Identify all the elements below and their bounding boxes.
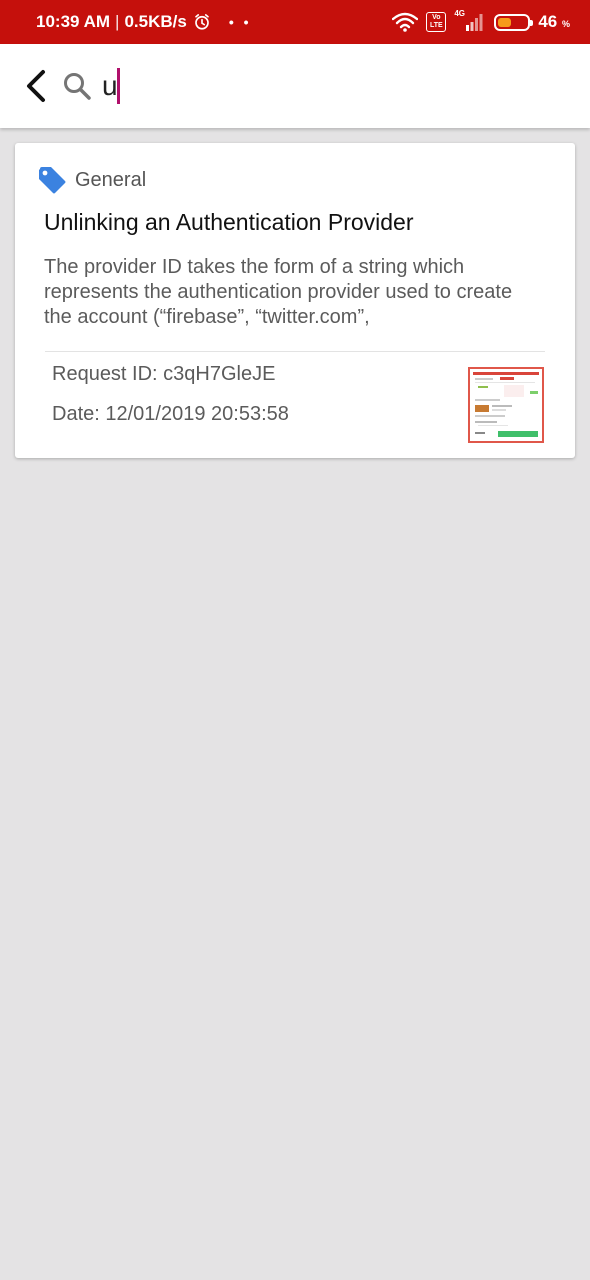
search-toolbar <box>0 44 590 128</box>
search-input[interactable] <box>102 66 562 106</box>
category: General <box>37 163 146 197</box>
signal-icon: 4G <box>454 9 486 33</box>
status-time: 10:39 AM <box>36 12 111 31</box>
request-date: Date: 12/01/2019 20:53:58 <box>52 403 289 425</box>
result-description: The provider ID takes the form of a stri… <box>44 256 513 328</box>
notification-dots: • • <box>228 14 252 30</box>
thumbnail-image <box>470 369 542 441</box>
text-cursor <box>117 68 120 104</box>
battery-icon <box>494 13 534 31</box>
network-speed: 0.5KB/s <box>124 12 187 31</box>
search-icon <box>64 73 91 100</box>
divider <box>45 351 545 352</box>
result-card[interactable]: General Unlinking an Authentication Prov… <box>15 143 575 458</box>
wifi-icon <box>392 12 419 32</box>
status-bar: 10:39 AM | 0.5KB/s • • Vo LTE 4G 46 % <box>0 0 590 44</box>
status-separator: | <box>115 12 120 31</box>
alarm-icon <box>194 14 209 30</box>
back-arrow-icon <box>27 70 45 102</box>
status-right: Vo LTE 4G 46 % <box>392 0 570 44</box>
category-label: General <box>75 168 147 191</box>
request-id: Request ID: c3qH7GleJE <box>52 363 276 385</box>
result-title: Unlinking an Authentication Provider <box>44 209 414 235</box>
back-button[interactable] <box>14 64 58 108</box>
tag-icon <box>39 167 66 194</box>
battery-percentage: 46 % <box>538 12 570 31</box>
battery-fill <box>498 17 512 27</box>
screenshot-thumbnail[interactable] <box>468 367 544 443</box>
volte-icon: Vo LTE <box>426 12 447 32</box>
status-left: 10:39 AM | 0.5KB/s • • <box>36 0 252 44</box>
